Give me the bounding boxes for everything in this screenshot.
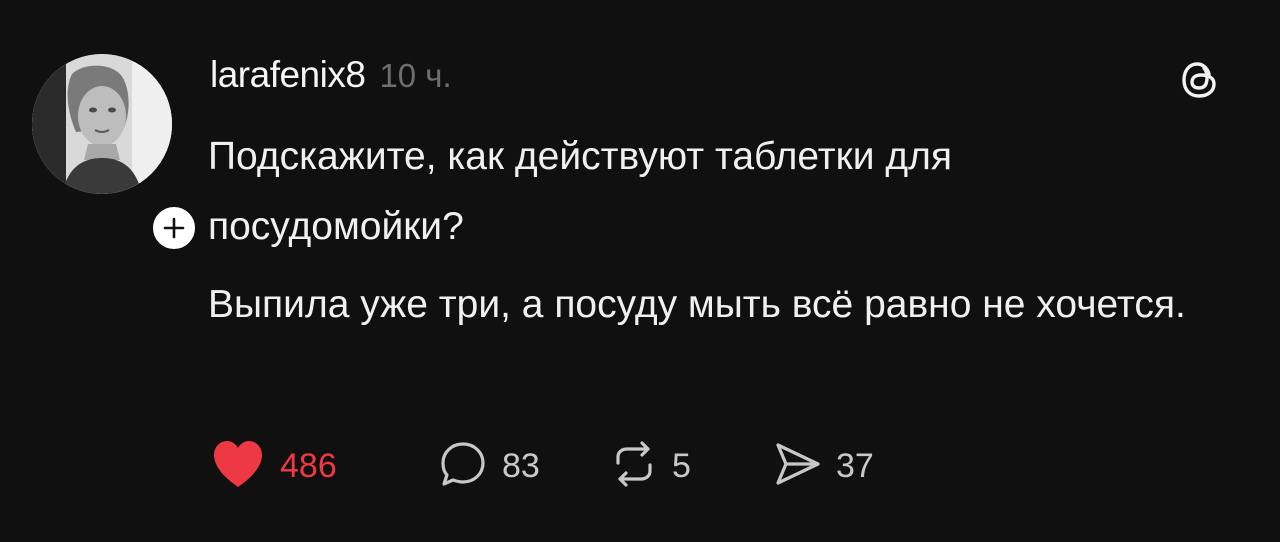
post-paragraph: Выпила уже три, а посуду мыть всё равно … [208, 283, 1186, 326]
repost-button[interactable]: 5 [610, 440, 720, 492]
threads-logo-icon[interactable] [1176, 56, 1224, 104]
post-body: Подскажите, как действуют таблетки для п… [208, 122, 1218, 348]
reply-button[interactable]: 83 [438, 439, 568, 494]
share-count: 37 [836, 446, 874, 485]
post-paragraph: Подскажите, как действуют таблетки для п… [208, 135, 952, 248]
avatar-container [32, 54, 200, 254]
post-actions: 486 83 5 37 [210, 436, 874, 496]
like-button[interactable]: 486 [210, 438, 370, 495]
like-count: 486 [280, 446, 337, 485]
speech-bubble-icon [438, 439, 488, 494]
threads-post: larafenix8 10 ч. Подскажите, как действу… [0, 0, 1280, 542]
share-button[interactable]: 37 [774, 441, 874, 492]
post-timestamp: 10 ч. [379, 57, 452, 94]
heart-filled-icon [210, 438, 266, 495]
repost-count: 5 [672, 446, 691, 485]
post-header: larafenix8 10 ч. [210, 54, 452, 98]
plus-icon [162, 216, 186, 240]
send-arrow-icon [774, 441, 822, 492]
follow-button[interactable] [148, 202, 200, 254]
avatar[interactable] [32, 54, 172, 194]
reply-count: 83 [502, 446, 540, 485]
username-link[interactable]: larafenix8 [210, 54, 366, 96]
repost-arrows-icon [610, 440, 658, 492]
